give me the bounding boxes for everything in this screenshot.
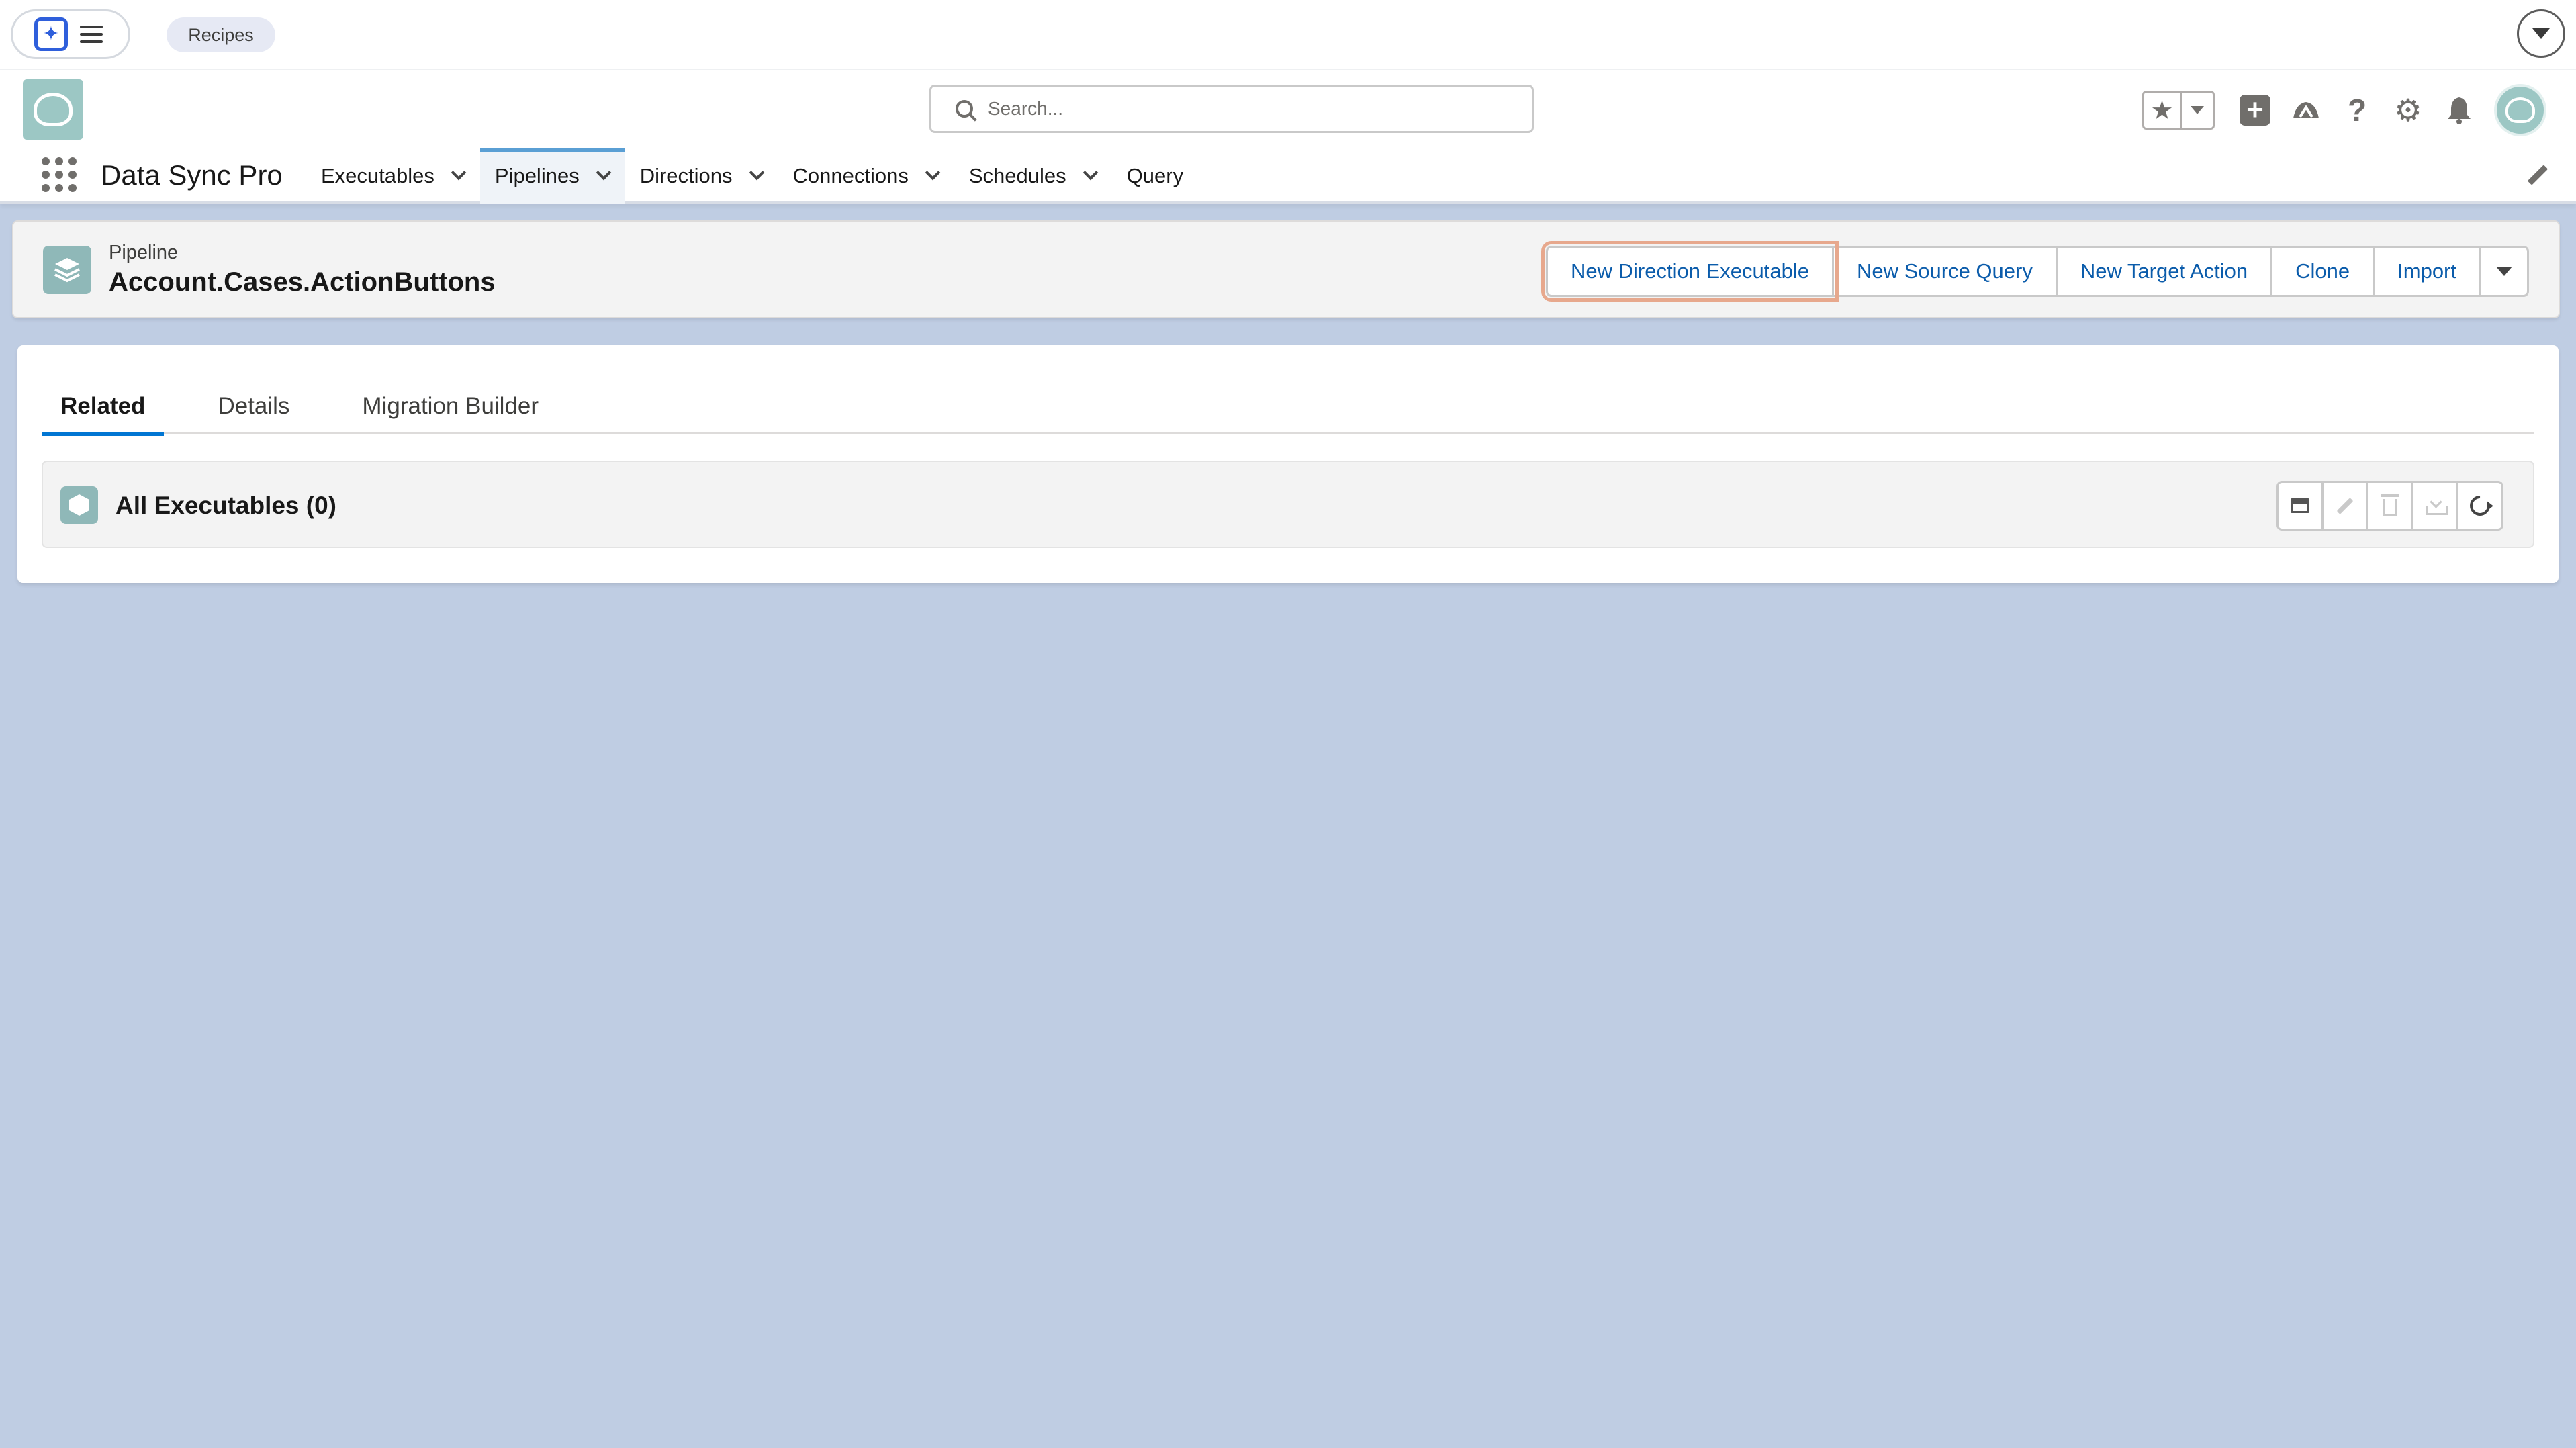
record-title: Account.Cases.ActionButtons — [109, 267, 496, 297]
new-direction-executable-button[interactable]: New Direction Executable — [1541, 241, 1839, 302]
help-icon[interactable]: ? — [2340, 93, 2375, 128]
chevron-down-icon — [2532, 28, 2550, 39]
chevron-down-icon[interactable] — [925, 165, 941, 181]
related-list-title[interactable]: All Executables (0) — [116, 492, 336, 520]
nav-item-pipelines[interactable]: Pipelines — [479, 148, 625, 204]
edit-nav-pencil-icon[interactable] — [2526, 163, 2550, 187]
navigation-bar: Executables Pipelines Directions Connect… — [306, 148, 1199, 204]
plus-icon: + — [2240, 95, 2270, 126]
nav-item-label: Schedules — [968, 164, 1066, 187]
import-button[interactable]: Import — [2373, 246, 2481, 297]
chevron-down-icon[interactable] — [596, 165, 612, 181]
collapse-chevron-button[interactable] — [2517, 9, 2565, 58]
nav-item-label: Directions — [639, 164, 733, 187]
nav-item-label: Pipelines — [494, 164, 580, 187]
record-tabs: Related Details Migration Builder — [42, 379, 2534, 436]
delete-button[interactable] — [2366, 481, 2413, 531]
tab-migration-builder[interactable]: Migration Builder — [343, 379, 557, 434]
download-button[interactable] — [2411, 481, 2458, 531]
record-header: Pipeline Account.Cases.ActionButtons New… — [12, 220, 2560, 318]
edit-icon — [2336, 497, 2354, 514]
global-search[interactable] — [929, 85, 1534, 133]
assistant-menu-button[interactable]: ✦ — [11, 9, 130, 59]
chevron-down-icon[interactable] — [749, 165, 764, 181]
tab-details[interactable]: Details — [199, 379, 308, 434]
record-actions: New Direction Executable New Source Quer… — [1541, 241, 2529, 302]
refresh-button[interactable] — [2456, 481, 2503, 531]
hamburger-icon — [80, 26, 103, 43]
chevron-down-icon — [2191, 106, 2204, 114]
chevron-down-icon[interactable] — [451, 165, 467, 181]
delete-icon — [2381, 494, 2399, 516]
avatar-mark-icon — [2505, 97, 2535, 123]
setup-gear-icon[interactable]: ⚙ — [2391, 93, 2426, 128]
global-header: ★ + ? ⚙ Data Sync Pro Executables — [0, 70, 2576, 204]
record-type-label: Pipeline — [109, 242, 179, 263]
pipeline-layers-icon — [43, 246, 91, 294]
search-input[interactable] — [988, 98, 1512, 120]
notifications-bell-icon[interactable] — [2442, 93, 2477, 128]
record-tabs-panel: Related Details Migration Builder All Ex… — [17, 345, 2559, 583]
nav-item-directions[interactable]: Directions — [625, 148, 778, 204]
nav-item-connections[interactable]: Connections — [778, 148, 954, 204]
more-actions-button[interactable] — [2479, 246, 2529, 297]
edit-button[interactable] — [2321, 481, 2368, 531]
app-name: Data Sync Pro — [101, 159, 283, 191]
refresh-icon — [2465, 491, 2495, 521]
board-view-button[interactable] — [2276, 481, 2324, 531]
related-list-tools — [2276, 481, 2503, 531]
logo-mark-icon — [34, 93, 73, 126]
nav-item-label: Connections — [792, 164, 909, 187]
clone-button[interactable]: Clone — [2270, 246, 2375, 297]
user-avatar[interactable] — [2494, 84, 2546, 136]
favorites-star-icon[interactable]: ★ — [2144, 93, 2182, 128]
new-target-action-button[interactable]: New Target Action — [2055, 246, 2273, 297]
utility-bar: ✦ Recipes — [0, 0, 2576, 70]
nav-item-label: Query — [1126, 164, 1184, 187]
global-actions-button[interactable]: + — [2238, 93, 2272, 128]
trailhead-icon — [2293, 102, 2319, 118]
favorites-dropdown-button[interactable] — [2182, 93, 2213, 128]
new-source-query-button[interactable]: New Source Query — [1831, 246, 2058, 297]
favorites-group: ★ — [2142, 91, 2215, 130]
trailhead-button[interactable] — [2289, 93, 2324, 128]
download-icon — [2426, 496, 2448, 515]
bell-icon — [2448, 97, 2471, 124]
org-logo[interactable] — [23, 79, 83, 140]
nav-item-schedules[interactable]: Schedules — [954, 148, 1112, 204]
layers-icon — [54, 258, 80, 283]
chevron-down-icon[interactable] — [1083, 165, 1098, 181]
sparkle-icon: ✦ — [34, 17, 68, 51]
nav-item-label: Executables — [321, 164, 434, 187]
chevron-down-icon — [2496, 267, 2512, 276]
header-icons: ★ + ? ⚙ — [2142, 83, 2546, 137]
nav-item-query[interactable]: Query — [1112, 148, 1199, 204]
related-list-card: All Executables (0) — [42, 461, 2534, 548]
tab-related[interactable]: Related — [42, 379, 165, 436]
executable-hexagon-icon — [60, 486, 98, 524]
recipes-chip[interactable]: Recipes — [167, 17, 275, 52]
board-icon — [2291, 498, 2309, 513]
search-icon — [956, 100, 973, 118]
nav-item-executables[interactable]: Executables — [306, 148, 480, 204]
app-launcher-icon[interactable] — [42, 157, 77, 192]
